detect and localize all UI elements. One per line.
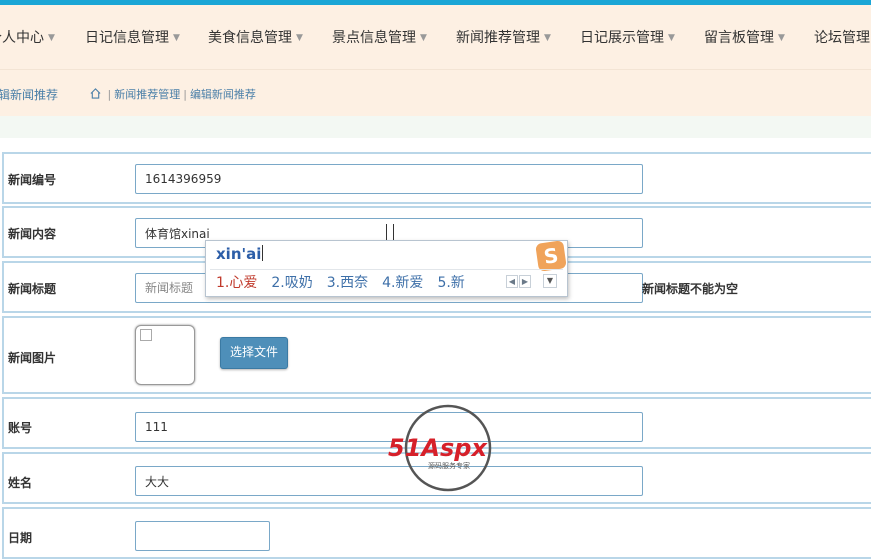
nav-item-label: 留言板管理 <box>704 30 774 46</box>
date-input[interactable] <box>135 521 270 551</box>
choose-file-button[interactable]: 选择文件 <box>220 337 288 369</box>
nav-item-label: 日记展示管理 <box>580 30 664 46</box>
page-header-bar: 编辑新闻推荐 |新闻推荐管理|编辑新闻推荐 <box>0 69 871 117</box>
nav-item-personal-center[interactable]: 个人中心 ▼ <box>0 27 55 47</box>
ime-candidate[interactable]: 4.新爱 <box>382 275 423 291</box>
nav-item-label: 美食信息管理 <box>208 30 292 46</box>
news-image-label: 新闻图片 <box>8 351 57 365</box>
news-id-input[interactable] <box>135 164 643 194</box>
ime-composition: xin'ai <box>216 245 264 263</box>
nav-item-label: 论坛管理 <box>814 30 870 46</box>
home-icon[interactable] <box>90 88 101 99</box>
chevron-down-icon: ▼ <box>420 33 427 43</box>
nav-item-label: 个人中心 <box>0 30 44 46</box>
chevron-down-icon: ▼ <box>173 33 180 43</box>
nav-item-scenic-info[interactable]: 景点信息管理 ▼ <box>332 27 427 47</box>
form-row-news-id: 新闻编号 <box>2 152 871 204</box>
watermark-tagline: 源码服务专家 <box>428 461 470 470</box>
news-id-label: 新闻编号 <box>8 173 57 187</box>
content-spacer <box>0 116 871 138</box>
chevron-right-icon[interactable]: ▶ <box>519 275 531 288</box>
ime-candidate-window: xin'ai S 1.心爱 2.吸奶 3.西奈 4.新爱 5.新 ◀ ▶ ▼ <box>205 240 568 297</box>
nav-item-diary-display[interactable]: 日记展示管理 ▼ <box>580 27 675 47</box>
ime-pager: ◀ ▶ <box>506 275 532 288</box>
chevron-down-icon: ▼ <box>296 33 303 43</box>
breadcrumb-separator: | <box>107 88 112 101</box>
nav-item-label: 日记信息管理 <box>85 30 169 46</box>
nav-item-diary-info[interactable]: 日记信息管理 ▼ <box>85 27 180 47</box>
news-title-validation-hint: 新闻标题不能为空 <box>642 282 739 296</box>
ime-candidate[interactable]: 2.吸奶 <box>271 275 312 291</box>
name-label: 姓名 <box>8 476 33 490</box>
breadcrumb-news-recommend[interactable]: 新闻推荐管理 <box>114 88 180 101</box>
top-nav: 个人中心 ▼ 日记信息管理 ▼ 美食信息管理 ▼ 景点信息管理 ▼ 新闻推荐管理 ▼ 日记… <box>0 5 871 69</box>
form-row-date: 日期 <box>2 507 871 559</box>
breadcrumb: | 新闻推荐管理 | 编辑新闻推荐 <box>90 86 256 102</box>
watermark-brand: 51Aspx <box>388 434 488 462</box>
nav-item-forum[interactable]: 论坛管理▼ <box>814 27 871 47</box>
ime-candidate[interactable]: 5.新 <box>437 275 464 291</box>
chevron-down-icon: ▼ <box>778 33 785 43</box>
ime-candidates: 1.心爱 2.吸奶 3.西奈 4.新爱 5.新 <box>216 272 479 292</box>
nav-item-food-info[interactable]: 美食信息管理 ▼ <box>208 27 303 47</box>
ime-candidate[interactable]: 3.西奈 <box>327 275 368 291</box>
news-title-label: 新闻标题 <box>8 282 57 296</box>
chevron-down-icon: ▼ <box>48 33 55 43</box>
nav-item-label: 景点信息管理 <box>332 30 416 46</box>
sogou-logo-icon: S <box>535 240 567 272</box>
ime-composition-text: xin'ai <box>216 245 262 263</box>
chevron-down-icon: ▼ <box>668 33 675 43</box>
ime-caret <box>262 245 264 261</box>
watermark-51aspx-logo: 51Aspx 源码服务专家 <box>388 404 492 492</box>
nav-item-news-recommend[interactable]: 新闻推荐管理 ▼ <box>456 27 551 47</box>
news-image-preview <box>135 325 195 385</box>
breadcrumb-separator: | <box>183 88 187 101</box>
news-content-label: 新闻内容 <box>8 227 57 241</box>
chevron-left-icon[interactable]: ◀ <box>506 275 518 288</box>
nav-item-label: 新闻推荐管理 <box>456 30 540 46</box>
ime-expand-icon[interactable]: ▼ <box>543 274 557 288</box>
text-cursor-icon <box>386 224 394 240</box>
ime-divider <box>210 269 563 270</box>
date-label: 日期 <box>8 531 33 545</box>
broken-image-icon <box>140 329 152 341</box>
chevron-down-icon: ▼ <box>544 33 551 43</box>
account-label: 账号 <box>8 421 33 435</box>
breadcrumb-current: 编辑新闻推荐 <box>189 88 256 101</box>
ime-candidate[interactable]: 1.心爱 <box>216 275 257 291</box>
page-title: 编辑新闻推荐 <box>0 88 59 102</box>
form-row-news-image: 新闻图片 选择文件 <box>2 316 871 394</box>
nav-item-message-board[interactable]: 留言板管理 ▼ <box>704 27 785 47</box>
